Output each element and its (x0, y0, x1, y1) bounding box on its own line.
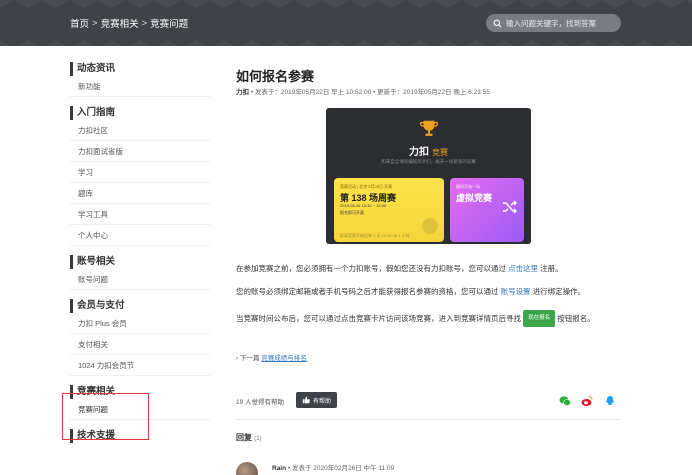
sidebar-item[interactable]: 新功能 (70, 76, 210, 97)
breadcrumb-separator: > (141, 17, 148, 29)
search-input[interactable] (506, 18, 616, 28)
paragraph-register: 在参加竞赛之前，您必须拥有一个力扣账号，假如您还没有力扣账号，您可以通过 点击这… (236, 264, 563, 273)
sidebar-item[interactable]: 个人中心 (70, 225, 210, 246)
helpful-count: 19 人觉得有帮助 (236, 399, 285, 406)
sidebar-item[interactable]: 力扣 Plus 会员 (70, 313, 210, 334)
card-contest-time: 2019-05-26 10:30 ~ 12:00 (340, 203, 387, 208)
help-sidebar: 动态资讯 新功能入门指南 力扣社区 力扣面试省版 学习 题库 学习工具 个人中心账号相关 账号问… (70, 62, 210, 443)
competition-banner-image: 力扣 竞赛 和来自全球的编程高手们，展开一场紧张的竞赛 竞赛活动 | 北京 5月2… (326, 108, 531, 244)
paragraph-bind-account: 您的账号必须绑定邮箱或者手机号码之后才能获得报名参赛的资格，您可以通过 账号设置… (236, 287, 586, 296)
thumbs-up-icon (302, 396, 310, 404)
sidebar-section-title: 入门指南 (70, 106, 210, 120)
sidebar-item[interactable]: 力扣面试省版 (70, 141, 210, 162)
breadcrumb-competition[interactable]: 竞赛相关 (101, 16, 139, 30)
banner-brand: 力扣 竞赛 (409, 147, 448, 158)
shuffle-icon (503, 200, 517, 214)
sidebar-item[interactable]: 学习工具 (70, 204, 210, 225)
article-author[interactable]: 力扣 (236, 89, 249, 96)
sidebar-section-title: 账号相关 (70, 255, 210, 269)
banner-slogan: 和来自全球的编程高手们，展开一场紧张的竞赛 (381, 159, 476, 164)
sidebar-item[interactable]: 力扣社区 (70, 120, 210, 141)
card-contest-tag: 报名即可开赛 (340, 210, 364, 215)
sidebar-section-title: 会员与支付 (70, 299, 210, 313)
reply-meta: Rain • 发表于 2020年02月26日 中午 11:09 (272, 465, 395, 472)
active-section-highlight (62, 393, 149, 440)
replies-heading: 回复 (1) (236, 433, 262, 442)
sidebar-section-title: 动态资讯 (70, 62, 210, 76)
breadcrumb-current[interactable]: 竞赛问题 (150, 16, 188, 30)
avatar[interactable] (236, 462, 258, 475)
card-header: 随时开始一场 (456, 184, 480, 189)
register-now-button-sample: 现在报名 (523, 310, 556, 327)
sidebar-item[interactable]: 题库 (70, 183, 210, 204)
breadcrumb: 首页 > 竞赛相关 > 竞赛问题 (70, 16, 188, 31)
breadcrumb-home[interactable]: 首页 (70, 16, 89, 30)
qq-icon[interactable] (604, 395, 616, 407)
weibo-icon[interactable] (581, 395, 593, 407)
section-divider (236, 419, 620, 420)
sidebar-item[interactable]: 学习 (70, 162, 210, 183)
trophy-icon (419, 120, 439, 136)
next-article: › 下一篇 竞赛成绩与排名 (236, 355, 307, 362)
card-contest-name: 虚拟竞赛 (456, 193, 493, 203)
next-article-link[interactable]: 竞赛成绩与排名 (261, 355, 307, 362)
sidebar-item[interactable]: 账号问题 (70, 269, 210, 290)
article-dates: • 发表于：2019年05月22日 早上 10:52:00 • 更新于：2019… (250, 89, 490, 96)
breadcrumb-separator: > (92, 17, 98, 29)
sidebar-item[interactable]: 1024 力扣会员节 (70, 355, 210, 376)
card-header: 竞赛活动 | 北京 5月26日 开赛 (340, 184, 393, 189)
top-header: 首页 > 竞赛相关 > 竞赛问题 (0, 0, 692, 46)
reply-count: (1) (254, 436, 262, 442)
wechat-icon[interactable] (559, 395, 571, 407)
weekly-contest-card: 竞赛活动 | 北京 5月26日 开赛 第 138 场周赛 2019-05-26 … (334, 178, 444, 242)
article-title: 如何报名参赛 (236, 69, 315, 84)
card-countdown: 距离竞赛开始还有 3 天 10:32:48 1 小时 (340, 233, 410, 238)
paragraph-signup: 当竞赛时间公布后，您可以通过点击竞赛卡片访问该场竞赛，进入到竞赛详情页后寻找 现… (236, 310, 620, 327)
reply-author[interactable]: Rain (272, 465, 286, 472)
article-meta: 力扣 • 发表于：2019年05月22日 早上 10:52:00 • 更新于：2… (236, 86, 490, 96)
virtual-contest-card: 随时开始一场 虚拟竞赛 (450, 178, 524, 242)
helpful-button[interactable]: 有帮助 (296, 392, 338, 408)
register-link[interactable]: 点击这里 (508, 264, 538, 273)
lock-icon (422, 218, 438, 234)
sidebar-item[interactable]: 支付相关 (70, 334, 210, 355)
search-box[interactable] (486, 14, 621, 32)
account-settings-link[interactable]: 账号设置 (501, 287, 531, 296)
search-icon (493, 19, 502, 27)
